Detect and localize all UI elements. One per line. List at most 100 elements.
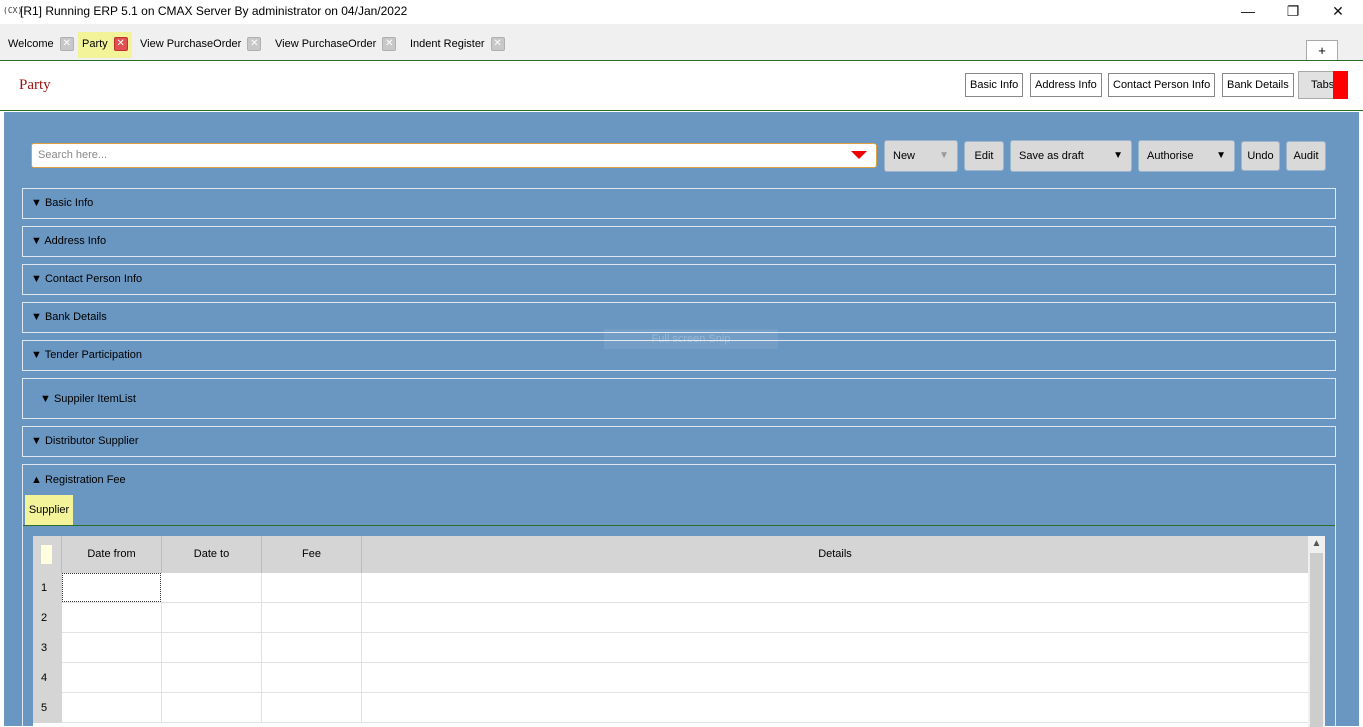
chevron-down-icon[interactable]: ▼ bbox=[939, 141, 949, 171]
section-distributor-supplier[interactable]: ▼ Distributor Supplier bbox=[22, 426, 1336, 457]
close-icon[interactable]: ✕ bbox=[490, 37, 505, 52]
table-row: 5 bbox=[33, 693, 1308, 723]
row-number: 1 bbox=[33, 573, 62, 603]
snip-watermark: Full screen Snip bbox=[604, 329, 778, 349]
section-address-info[interactable]: ▼ Address Info bbox=[22, 226, 1336, 257]
new-tab-button[interactable]: + bbox=[1306, 40, 1338, 62]
tab-indent-register[interactable]: Indent Register ✕ bbox=[406, 32, 505, 58]
tab-label: Indent Register bbox=[410, 38, 485, 50]
contact-person-info-button[interactable]: Contact Person Info bbox=[1108, 73, 1216, 97]
section-contact-person-info[interactable]: ▼ Contact Person Info bbox=[22, 264, 1336, 295]
new-button-label: New bbox=[893, 150, 916, 162]
new-button[interactable]: New ▼ bbox=[884, 140, 958, 172]
date-from-cell[interactable] bbox=[62, 573, 161, 602]
section-title: Distributor Supplier bbox=[44, 435, 139, 447]
fee-cell[interactable] bbox=[262, 573, 362, 602]
date-from-cell[interactable] bbox=[62, 663, 162, 692]
column-header-date-to[interactable]: Date to bbox=[162, 536, 262, 573]
chevron-down-icon[interactable]: ▼ bbox=[1113, 141, 1123, 171]
edit-button[interactable]: Edit bbox=[964, 141, 1004, 171]
search-dropdown-icon[interactable] bbox=[851, 151, 867, 159]
window-title: [R1] Running ERP 5.1 on CMAX Server By a… bbox=[20, 4, 408, 18]
row-number: 5 bbox=[33, 693, 62, 723]
fee-cell[interactable] bbox=[262, 693, 362, 722]
tab-view-purchaseorder-2[interactable]: View PurchaseOrder ✕ bbox=[271, 32, 397, 58]
date-to-cell[interactable] bbox=[162, 663, 262, 692]
close-icon[interactable]: ✕ bbox=[59, 37, 74, 52]
bank-details-button[interactable]: Bank Details bbox=[1222, 73, 1294, 97]
date-from-cell[interactable] bbox=[62, 693, 162, 722]
tab-welcome[interactable]: Welcome ✕ bbox=[4, 32, 74, 58]
fee-cell[interactable] bbox=[262, 633, 362, 662]
date-from-cell[interactable] bbox=[62, 633, 162, 662]
fee-cell[interactable] bbox=[262, 603, 362, 632]
section-title: Bank Details bbox=[44, 311, 107, 323]
chevron-down-icon: ▼ bbox=[31, 197, 42, 209]
page-title: Party bbox=[19, 77, 51, 93]
tab-label: View PurchaseOrder bbox=[275, 38, 377, 50]
chevron-down-icon: ▼ bbox=[31, 273, 42, 285]
divider bbox=[0, 110, 1363, 111]
chevron-down-icon: ▼ bbox=[31, 311, 42, 323]
section-title: Registration Fee bbox=[44, 474, 126, 486]
close-icon[interactable]: ✕ bbox=[382, 37, 397, 52]
vertical-scrollbar[interactable]: ▲ bbox=[1308, 536, 1325, 727]
date-to-cell[interactable] bbox=[162, 573, 262, 602]
details-cell[interactable] bbox=[362, 663, 1308, 692]
row-number-header bbox=[33, 536, 62, 573]
table-row: 1 bbox=[33, 573, 1308, 603]
authorise-button[interactable]: Authorise ▼ bbox=[1138, 140, 1235, 172]
chevron-down-icon: ▼ bbox=[31, 349, 42, 361]
details-cell[interactable] bbox=[362, 603, 1308, 632]
date-to-cell[interactable] bbox=[162, 633, 262, 662]
close-icon[interactable]: ✕ bbox=[113, 37, 128, 52]
row-number: 2 bbox=[33, 603, 62, 633]
main-panel: Search here... New ▼ Edit Save as draft … bbox=[4, 112, 1359, 727]
search-input[interactable]: Search here... bbox=[31, 143, 877, 168]
section-basic-info[interactable]: ▼ Basic Info bbox=[22, 188, 1336, 219]
column-header-details[interactable]: Details bbox=[362, 536, 1308, 573]
details-cell[interactable] bbox=[362, 573, 1308, 602]
section-title: Tender Participation bbox=[44, 349, 142, 361]
scroll-thumb[interactable] bbox=[1310, 553, 1323, 727]
save-button-label: Save as draft bbox=[1019, 150, 1084, 162]
section-header[interactable]: ▲ Registration Fee bbox=[31, 474, 126, 486]
section-suppiler-itemlist[interactable]: ▼ Suppiler ItemList bbox=[22, 378, 1336, 419]
chevron-down-icon[interactable]: ▼ bbox=[1216, 141, 1226, 171]
details-cell[interactable] bbox=[362, 693, 1308, 722]
table-row: 4 bbox=[33, 663, 1308, 693]
tab-label: View PurchaseOrder bbox=[140, 38, 242, 50]
tab-supplier[interactable]: Supplier bbox=[25, 495, 73, 525]
title-bar: (CX) [R1] Running ERP 5.1 on CMAX Server… bbox=[0, 0, 1363, 24]
tab-view-purchaseorder-1[interactable]: View PurchaseOrder ✕ bbox=[136, 32, 262, 58]
date-from-cell[interactable] bbox=[62, 603, 162, 632]
divider bbox=[23, 525, 1335, 526]
row-number: 3 bbox=[33, 633, 62, 663]
close-icon[interactable]: ✕ bbox=[247, 37, 262, 52]
undo-button[interactable]: Undo bbox=[1241, 141, 1280, 171]
red-marker bbox=[1333, 71, 1348, 99]
grid-header: Date from Date to Fee Details bbox=[33, 536, 1308, 573]
scroll-up-icon[interactable]: ▲ bbox=[1308, 536, 1325, 552]
row-number: 4 bbox=[33, 663, 62, 693]
audit-button[interactable]: Audit bbox=[1286, 141, 1326, 171]
chevron-down-icon: ▼ bbox=[31, 235, 42, 247]
chevron-down-icon: ▼ bbox=[31, 435, 42, 447]
fee-cell[interactable] bbox=[262, 663, 362, 692]
close-window-icon[interactable]: ✕ bbox=[1318, 2, 1358, 22]
column-header-fee[interactable]: Fee bbox=[262, 536, 362, 573]
save-as-draft-button[interactable]: Save as draft ▼ bbox=[1010, 140, 1132, 172]
basic-info-button[interactable]: Basic Info bbox=[965, 73, 1024, 97]
restore-icon[interactable]: ❐ bbox=[1273, 2, 1313, 22]
registration-fee-grid: Date from Date to Fee Details 1 2 3 4 5 bbox=[33, 536, 1308, 727]
tab-label: Welcome bbox=[8, 38, 54, 50]
address-info-button[interactable]: Address Info bbox=[1030, 73, 1102, 97]
minimize-icon[interactable]: — bbox=[1228, 2, 1268, 22]
column-header-date-from[interactable]: Date from bbox=[62, 536, 162, 573]
date-to-cell[interactable] bbox=[162, 693, 262, 722]
date-to-cell[interactable] bbox=[162, 603, 262, 632]
tab-label: Party bbox=[82, 38, 108, 50]
tab-party[interactable]: Party ✕ bbox=[78, 32, 132, 58]
section-title: Suppiler ItemList bbox=[53, 393, 136, 405]
details-cell[interactable] bbox=[362, 633, 1308, 662]
